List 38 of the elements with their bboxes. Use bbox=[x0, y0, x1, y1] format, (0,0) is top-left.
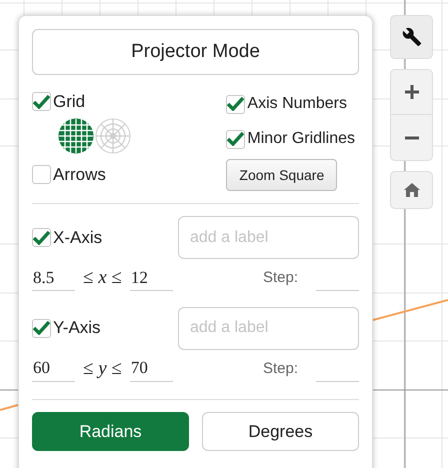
bound-field[interactable]: 70 bbox=[130, 356, 173, 382]
checkbox[interactable] bbox=[32, 228, 51, 247]
checkbox[interactable] bbox=[226, 130, 246, 148]
minus-icon bbox=[404, 136, 418, 140]
projector-mode-button[interactable]: Projector Mode bbox=[32, 29, 359, 75]
checkbox[interactable] bbox=[32, 318, 51, 338]
range-expression: ≤ y ≤ bbox=[83, 356, 122, 380]
checkbox[interactable] bbox=[32, 92, 51, 112]
bound-field[interactable]: 8.5 bbox=[32, 265, 75, 292]
plus-icon bbox=[404, 85, 418, 99]
settings-button[interactable] bbox=[390, 15, 433, 59]
axis-label-field[interactable]: add a label bbox=[178, 306, 359, 350]
checkmark-icon bbox=[33, 94, 50, 109]
checkbox-label: Y-Axis bbox=[53, 317, 101, 340]
axis-label-field[interactable]: add a label bbox=[178, 216, 359, 259]
checkbox-label: Grid bbox=[53, 91, 86, 113]
square-grid-icon[interactable] bbox=[58, 118, 94, 154]
step-label: Step: bbox=[262, 358, 298, 378]
angle-unit-button[interactable]: Radians bbox=[32, 412, 189, 451]
home-icon bbox=[404, 183, 420, 197]
checkmark-icon bbox=[227, 132, 244, 146]
checkbox-label: Minor Gridlines bbox=[247, 129, 355, 149]
bound-field[interactable]: 12 bbox=[130, 265, 173, 292]
checkbox-label: Axis Numbers bbox=[247, 94, 347, 114]
range-expression: ≤ x ≤ bbox=[83, 266, 122, 290]
checkmark-icon bbox=[33, 230, 50, 244]
checkbox-label: X-Axis bbox=[53, 226, 102, 249]
step-label: Step: bbox=[262, 268, 298, 288]
home-button[interactable] bbox=[390, 171, 433, 209]
zoom-square-button[interactable]: Zoom Square bbox=[226, 159, 338, 191]
checkmark-icon bbox=[227, 97, 244, 111]
bound-field[interactable]: 60 bbox=[32, 356, 75, 382]
checkbox[interactable] bbox=[32, 164, 51, 184]
checkbox-label: Arrows bbox=[53, 164, 106, 186]
checkmark-icon bbox=[33, 321, 50, 335]
wrench-icon bbox=[402, 27, 422, 47]
angle-unit-button[interactable]: Degrees bbox=[202, 412, 359, 451]
checkbox[interactable] bbox=[226, 94, 246, 114]
